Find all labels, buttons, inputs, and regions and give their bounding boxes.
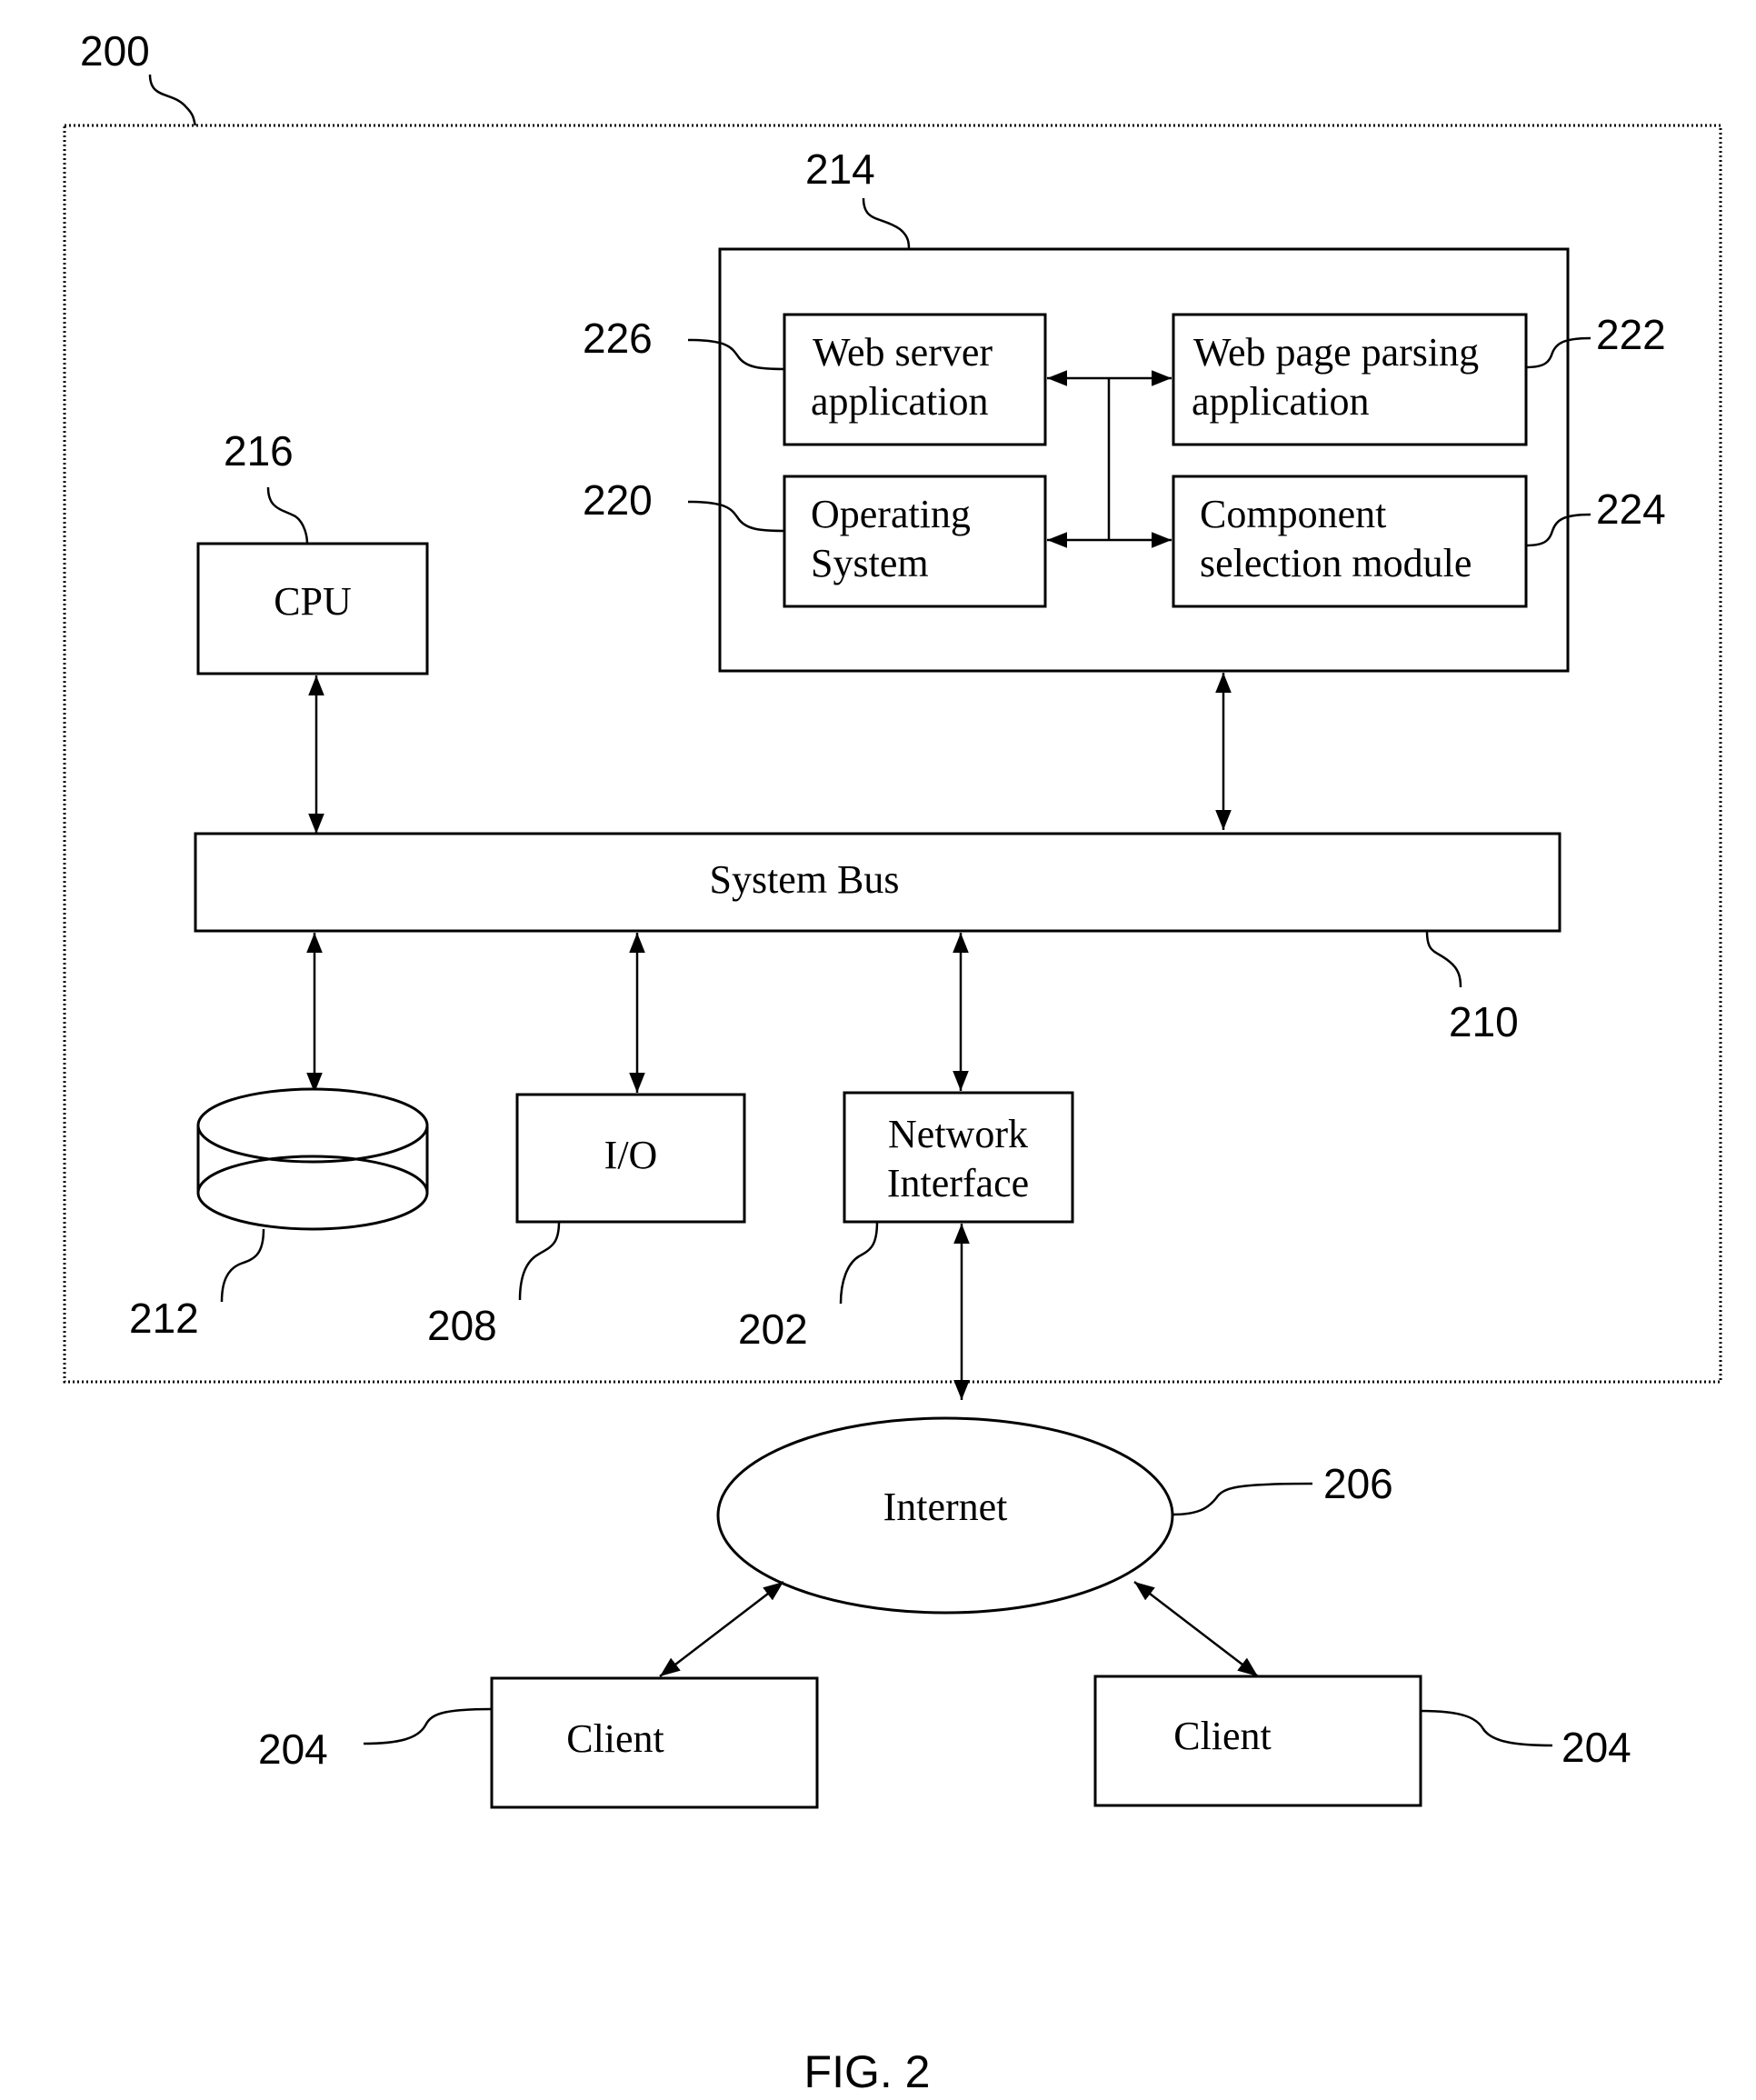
web-page-parsing-line-2: application (1192, 379, 1370, 424)
system-bus-label: System Bus (709, 857, 899, 902)
network-interface-line-2: Interface (887, 1161, 1029, 1205)
ref-label-216: 216 (224, 427, 294, 475)
operating-system-box: Operating System (783, 475, 1047, 608)
web-page-parsing-line-1: Web page parsing (1193, 330, 1479, 375)
network-interface-line-1: Network (888, 1112, 1028, 1156)
ref-label-206: 206 (1323, 1460, 1393, 1507)
component-selection-line-2: selection module (1200, 541, 1472, 585)
ref-label-212: 212 (129, 1295, 199, 1342)
operating-system-line-1: Operating (811, 492, 971, 536)
arrow-internet-client-left (659, 1581, 784, 1677)
figure-caption: FIG. 2 (804, 2046, 931, 2097)
ref-label-214: 214 (805, 145, 875, 193)
io-box: I/O (515, 1093, 746, 1224)
client-left-label: Client (566, 1716, 664, 1761)
io-label: I/O (604, 1133, 658, 1177)
operating-system-line-2: System (811, 541, 929, 585)
leader-204-right (1420, 1709, 1553, 1747)
ref-label-202: 202 (738, 1305, 808, 1353)
network-interface-box: Network Interface (843, 1091, 1074, 1224)
storage-disk-icon (196, 1087, 429, 1231)
leader-216 (266, 486, 309, 545)
client-box-left: Client (490, 1676, 819, 1809)
component-selection-module-box: Component selection module (1172, 475, 1528, 608)
component-selection-line-1: Component (1200, 492, 1386, 536)
web-server-application-box: Web server application (783, 313, 1047, 446)
leader-204-left (363, 1707, 493, 1745)
web-server-line-1: Web server (813, 330, 993, 375)
internet-label: Internet (883, 1485, 1008, 1529)
ref-label-204-right: 204 (1561, 1724, 1631, 1771)
ref-label-224: 224 (1596, 485, 1666, 533)
leader-212 (220, 1228, 265, 1303)
cpu-label: CPU (274, 579, 352, 624)
cpu-box: CPU (196, 542, 429, 675)
internet-cloud: Internet (716, 1416, 1174, 1615)
ref-label-204-left: 204 (258, 1725, 328, 1773)
leader-200 (148, 74, 197, 126)
web-server-line-2: application (811, 379, 989, 424)
client-right-label: Client (1173, 1714, 1272, 1758)
leader-206 (1172, 1482, 1313, 1516)
leader-214 (862, 197, 911, 250)
web-page-parsing-application-box: Web page parsing application (1172, 313, 1528, 446)
ref-label-200: 200 (80, 27, 150, 75)
leader-208 (518, 1221, 561, 1301)
client-box-right: Client (1093, 1675, 1422, 1807)
ref-label-210: 210 (1449, 998, 1519, 1045)
system-diagram: 200 214 Web server application 226 Web p… (63, 27, 1722, 2097)
ref-label-208: 208 (427, 1302, 497, 1349)
ref-label-220: 220 (583, 476, 653, 524)
ref-label-222: 222 (1596, 311, 1666, 358)
leader-202 (839, 1221, 879, 1305)
arrow-internet-client-right (1133, 1581, 1259, 1677)
leader-210 (1425, 930, 1462, 988)
system-bus: System Bus (194, 832, 1561, 933)
ref-label-226: 226 (583, 315, 653, 362)
